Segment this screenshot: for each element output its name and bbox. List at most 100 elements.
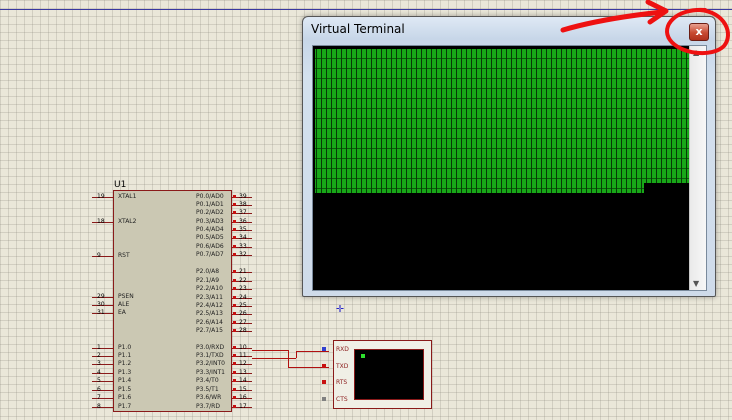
mcu-pin-name: P2.3/A11 (196, 294, 223, 301)
mcu-pin-right-16[interactable]: 10 P3.0/RXD (196, 344, 256, 352)
mcu-pin-left-10[interactable]: 5 P1.4 (92, 377, 162, 385)
mcu-pin-right-20[interactable]: 14 P3.4/T0 (196, 377, 256, 385)
scroll-up-arrow-icon[interactable]: ▲ (693, 48, 699, 57)
wire-txd-c[interactable] (296, 351, 329, 352)
mcu-pin-number: 37 (239, 209, 247, 216)
wire-txd-a[interactable] (252, 358, 296, 359)
mcu-pin-right-0[interactable]: 39 P0.0/AD0 (196, 193, 256, 201)
mcu-pin-name: P3.7/RD (196, 403, 220, 410)
mcu-pin-left-2[interactable]: 9 RST (92, 252, 162, 260)
mcu-pin-right-11[interactable]: 24 P2.3/A11 (196, 294, 256, 302)
mcu-pin-right-9[interactable]: 22 P2.1/A9 (196, 277, 256, 285)
mcu-pin-number: 39 (239, 193, 247, 200)
mcu-pin-name: P0.6/AD6 (196, 243, 224, 250)
mcu-pin-left-4[interactable]: 30 ALE (92, 301, 162, 309)
mcu-pin-number: 13 (239, 369, 247, 376)
mcu-pin-name: P1.4 (118, 377, 132, 384)
mcu-pin-left-7[interactable]: 2 P1.1 (92, 352, 162, 360)
mcu-pin-left-6[interactable]: 1 P1.0 (92, 344, 162, 352)
mcu-pin-right-21[interactable]: 15 P3.5/T1 (196, 386, 256, 394)
mcu-pin-right-1[interactable]: 38 P0.1/AD1 (196, 201, 256, 209)
mcu-pin-right-14[interactable]: 27 P2.6/A14 (196, 319, 256, 327)
vertical-scrollbar[interactable]: ▲ ▼ (689, 46, 706, 290)
mcu-pin-name: P1.1 (118, 352, 132, 359)
mcu-pin-name: ALE (118, 301, 130, 308)
mcu-pin-left-9[interactable]: 4 P1.3 (92, 369, 162, 377)
wire-rxd-a[interactable] (252, 350, 288, 351)
mcu-pin-name: P2.1/A9 (196, 277, 220, 284)
terminal-pin-marker[interactable] (322, 364, 326, 368)
mcu-pin-name: P0.5/AD5 (196, 234, 224, 241)
mcu-pin-right-3[interactable]: 36 P0.3/AD3 (196, 218, 256, 226)
virtual-terminal-led (361, 354, 365, 358)
mcu-pin-right-10[interactable]: 23 P2.2/A10 (196, 285, 256, 293)
mcu-pin-right-4[interactable]: 35 P0.4/AD4 (196, 226, 256, 234)
mcu-pin-number: 36 (239, 218, 247, 225)
mcu-pin-name: P0.0/AD0 (196, 193, 224, 200)
mcu-pin-right-15[interactable]: 28 P2.7/A15 (196, 327, 256, 335)
mcu-pin-left-8[interactable]: 3 P1.2 (92, 360, 162, 368)
mcu-pin-left-13[interactable]: 8 P1.7 (92, 403, 162, 411)
mcu-pin-right-5[interactable]: 34 P0.5/AD5 (196, 234, 256, 242)
mcu-pin-name: P3.3/INT1 (196, 369, 225, 376)
mcu-pin-number: 11 (239, 352, 247, 359)
mcu-pin-name: RST (118, 252, 130, 259)
mcu-pin-number: 18 (97, 218, 105, 225)
mcu-pin-name: P1.6 (118, 394, 132, 401)
wire-txd-b[interactable] (296, 352, 297, 358)
mcu-pin-right-19[interactable]: 13 P3.3/INT1 (196, 369, 256, 377)
terminal-pin-label: TXD (336, 363, 349, 370)
terminal-pin-label: RXD (336, 346, 349, 353)
mcu-pin-name: EA (118, 309, 126, 316)
terminal-pin-label: RTS (336, 379, 348, 386)
mcu-pin-number: 5 (97, 377, 101, 384)
mcu-pin-number: 4 (97, 369, 101, 376)
mcu-pin-number: 26 (239, 310, 247, 317)
mcu-pin-name: XTAL1 (118, 193, 137, 200)
mcu-pin-right-7[interactable]: 32 P0.7/AD7 (196, 251, 256, 259)
mcu-pin-left-5[interactable]: 31 EA (92, 309, 162, 317)
terminal-pin-marker[interactable] (322, 380, 326, 384)
mcu-pin-name: P0.4/AD4 (196, 226, 224, 233)
mcu-pin-right-6[interactable]: 33 P0.6/AD6 (196, 243, 256, 251)
mcu-pin-left-0[interactable]: 19 XTAL1 (92, 193, 162, 201)
mcu-pin-left-11[interactable]: 6 P1.5 (92, 386, 162, 394)
terminal-pin-marker[interactable] (322, 347, 326, 351)
mcu-pin-name: P3.5/T1 (196, 386, 219, 393)
mcu-pin-number: 30 (97, 301, 105, 308)
mcu-pin-number: 22 (239, 277, 247, 284)
scroll-down-arrow-icon[interactable]: ▼ (693, 279, 699, 288)
mcu-pin-number: 6 (97, 386, 101, 393)
mcu-pin-number: 27 (239, 319, 247, 326)
mcu-pin-right-8[interactable]: 21 P2.0/A8 (196, 268, 256, 276)
mcu-pin-number: 17 (239, 403, 247, 410)
mcu-pin-right-12[interactable]: 25 P2.4/A12 (196, 302, 256, 310)
terminal-pin-marker[interactable] (322, 397, 326, 401)
mcu-pin-right-17[interactable]: 11 P3.1/TXD (196, 352, 256, 360)
cursor-crosshair-icon: ✛ (336, 301, 344, 316)
mcu-pin-name: P2.7/A15 (196, 327, 223, 334)
close-icon[interactable]: x (689, 23, 709, 41)
virtual-terminal-window[interactable]: Virtual Terminal x ▲ ▼ (302, 16, 716, 297)
mcu-pin-right-13[interactable]: 26 P2.5/A13 (196, 310, 256, 318)
mcu-pin-number: 24 (239, 294, 247, 301)
mcu-pin-name: XTAL2 (118, 218, 137, 225)
mcu-pin-name: P2.6/A14 (196, 319, 223, 326)
mcu-pin-right-18[interactable]: 12 P3.2/INT0 (196, 360, 256, 368)
mcu-pin-number: 3 (97, 360, 101, 367)
mcu-pin-number: 33 (239, 243, 247, 250)
mcu-pin-left-3[interactable]: 29 PSEN (92, 293, 162, 301)
mcu-pin-number: 1 (97, 344, 101, 351)
mcu-pin-left-1[interactable]: 18 XTAL2 (92, 218, 162, 226)
mcu-pin-right-22[interactable]: 16 P3.6/WR (196, 394, 256, 402)
mcu-pin-right-23[interactable]: 17 P3.7/RD (196, 403, 256, 411)
mcu-pin-number: 28 (239, 327, 247, 334)
terminal-output-area[interactable]: ▲ ▼ (312, 45, 707, 291)
mcu-pin-number: 34 (239, 234, 247, 241)
mcu-pin-name: P2.5/A13 (196, 310, 223, 317)
mcu-pin-right-2[interactable]: 37 P0.2/AD2 (196, 209, 256, 217)
mcu-reference-label: U1 (114, 180, 127, 190)
mcu-pin-left-12[interactable]: 7 P1.6 (92, 394, 162, 402)
mcu-pin-name: P3.6/WR (196, 394, 222, 401)
mcu-pin-number: 2 (97, 352, 101, 359)
